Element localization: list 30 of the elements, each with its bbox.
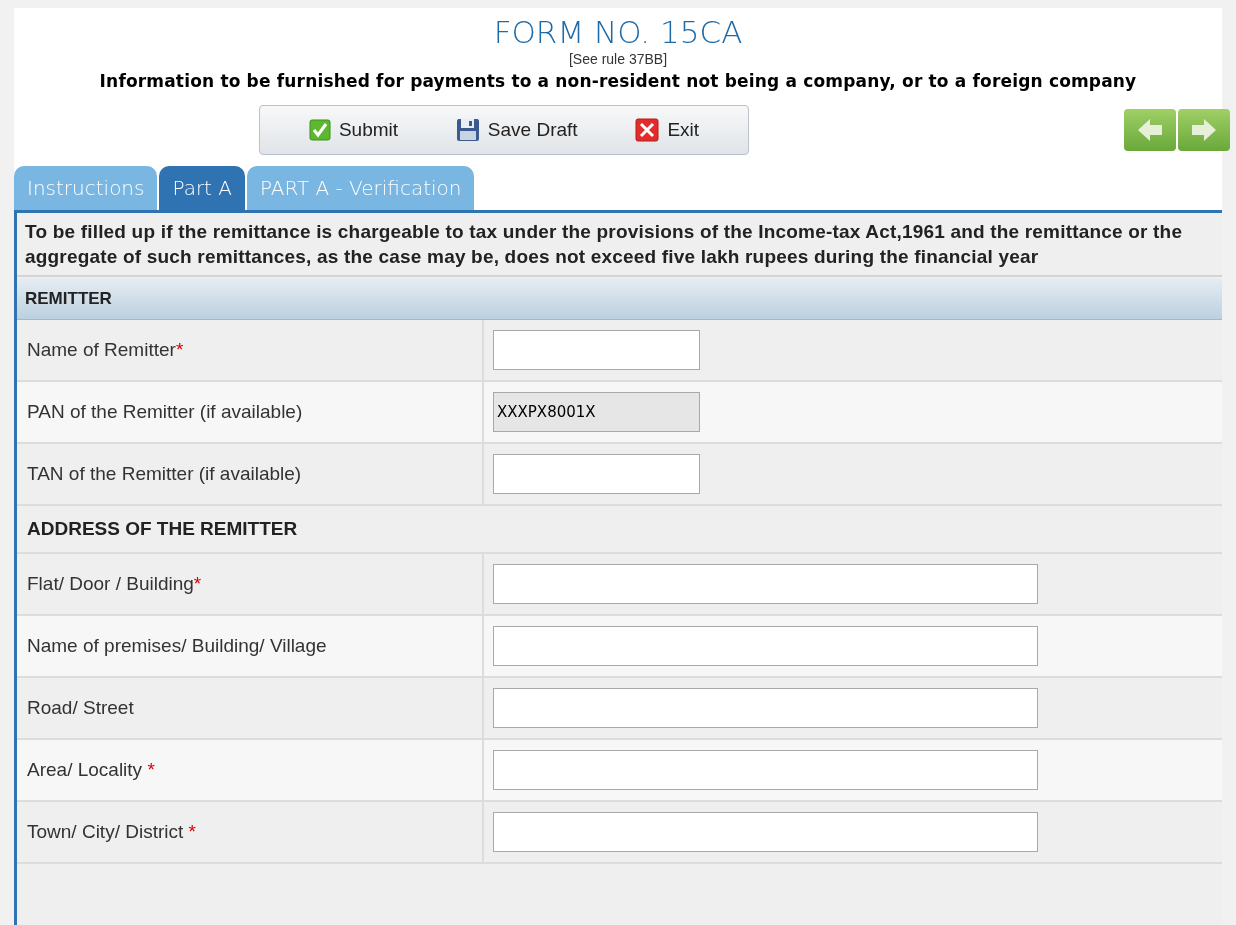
field-label: Town/ City/ District *: [27, 819, 196, 844]
field-label: Name of Remitter*: [27, 337, 184, 362]
field-label: Name of premises/ Building/ Village: [27, 633, 327, 658]
text-input[interactable]: [493, 454, 700, 494]
text-input[interactable]: [493, 812, 1038, 852]
left-arrow-icon: [1136, 117, 1164, 143]
text-input[interactable]: [493, 688, 1038, 728]
tab[interactable]: Part A: [159, 166, 245, 210]
form-subtitle: Information to be furnished for payments to a non-resident not being a company, or to a foreign company: [99, 70, 1137, 93]
section-header: REMITTER: [17, 278, 1222, 320]
field-label: PAN of the Remitter (if available): [27, 399, 303, 424]
close-icon: [635, 118, 660, 142]
field-label: Area/ Locality *: [27, 757, 155, 782]
rule-reference: [See rule 37BB]: [568, 50, 668, 68]
field-label: Flat/ Door / Building*: [27, 571, 202, 596]
text-input[interactable]: [493, 330, 700, 370]
field-label: Road/ Street: [27, 695, 134, 720]
forward-arrow-button[interactable]: [1178, 109, 1230, 151]
text-input[interactable]: [493, 626, 1038, 666]
right-arrow-icon: [1190, 117, 1218, 143]
subsection-heading: ADDRESS OF THE REMITTER: [27, 516, 298, 541]
text-input[interactable]: [493, 750, 1038, 790]
check-icon: [308, 119, 331, 141]
text-input[interactable]: [493, 564, 1038, 604]
back-arrow-button[interactable]: [1124, 109, 1176, 151]
save-draft-button[interactable]: Save Draft: [455, 115, 578, 145]
form-title: FORM NO. 15CA: [493, 14, 743, 50]
submit-button[interactable]: Submit: [308, 115, 399, 145]
field-label: TAN of the Remitter (if available): [27, 461, 302, 486]
exit-button[interactable]: Exit: [635, 115, 700, 145]
